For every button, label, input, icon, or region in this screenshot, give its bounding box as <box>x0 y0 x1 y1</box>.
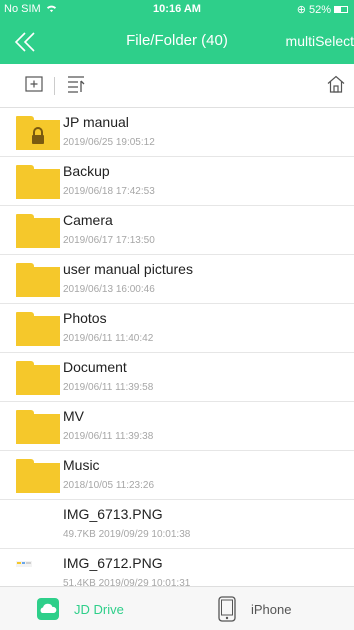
list-item[interactable]: IMG_6712.PNG 51.4KB 2019/09/29 10:01:31 <box>0 549 354 586</box>
item-meta: 2019/06/13 16:00:46 <box>63 284 155 295</box>
list-item[interactable]: MV 2019/06/11 11:39:38 <box>0 402 354 451</box>
cloud-drive-icon <box>37 598 59 620</box>
item-name: MV <box>63 408 84 424</box>
folder-body-shape <box>16 463 60 493</box>
item-meta: 2019/06/11 11:39:58 <box>63 382 154 393</box>
item-name: Document <box>63 359 127 375</box>
app-header: No SIM 10:16 AM ⊕ 52% File/Folder (40) m… <box>0 0 354 64</box>
battery-fill <box>335 7 342 12</box>
folder-body-shape <box>16 169 60 199</box>
item-meta: 2018/10/05 11:23:26 <box>63 480 155 491</box>
item-name: IMG_6713.PNG <box>63 506 163 522</box>
item-name: JP manual <box>63 114 129 130</box>
new-folder-button[interactable] <box>24 74 48 98</box>
item-name: Photos <box>63 310 107 326</box>
folder-body-shape <box>16 316 60 346</box>
tab-label: iPhone <box>251 601 292 617</box>
list-item[interactable]: user manual pictures 2019/06/13 16:00:46 <box>0 255 354 304</box>
list-item[interactable]: Photos 2019/06/11 11:40:42 <box>0 304 354 353</box>
folder-icon <box>16 165 60 199</box>
folder-locked-thumb <box>16 116 60 150</box>
file-list: JP manual 2019/06/25 19:05:12 Backup 201… <box>0 108 354 586</box>
folder-body-shape <box>16 267 60 297</box>
battery-icon <box>334 6 348 13</box>
item-name: user manual pictures <box>63 261 193 277</box>
folder-icon <box>16 263 60 297</box>
folder-icon <box>16 459 60 493</box>
rotation-lock-icon: ⊕ <box>296 4 306 16</box>
list-item[interactable]: Document 2019/06/11 11:39:58 <box>0 353 354 402</box>
item-meta: 2019/06/11 11:40:42 <box>63 333 154 344</box>
toolbar <box>0 64 354 108</box>
list-item[interactable]: Backup 2019/06/18 17:42:53 <box>0 157 354 206</box>
home-button[interactable] <box>326 74 350 98</box>
item-meta: 49.7KB 2019/09/29 10:01:38 <box>63 529 191 540</box>
new-folder-icon <box>25 76 43 92</box>
sort-button[interactable] <box>66 74 90 98</box>
image-thumbnail <box>16 557 60 586</box>
item-meta: 2019/06/25 19:05:12 <box>63 137 155 148</box>
list-item[interactable]: Camera 2019/06/17 17:13:50 <box>0 206 354 255</box>
item-name: IMG_6712.PNG <box>63 555 163 571</box>
item-name: Camera <box>63 212 113 228</box>
folder-body-shape <box>16 365 60 395</box>
image-preview-icon <box>16 561 32 567</box>
folder-icon <box>16 214 60 248</box>
folder-icon <box>16 312 60 346</box>
list-item[interactable]: Music 2018/10/05 11:23:26 <box>0 451 354 500</box>
tab-iphone[interactable]: iPhone <box>217 593 291 625</box>
list-item[interactable]: JP manual 2019/06/25 19:05:12 <box>0 108 354 157</box>
item-name: Backup <box>63 163 110 179</box>
item-meta: 2019/06/18 17:42:53 <box>63 186 155 197</box>
item-meta: 51.4KB 2019/09/29 10:01:31 <box>63 578 191 586</box>
sort-list-icon <box>68 76 85 93</box>
status-bar: No SIM 10:16 AM ⊕ 52% <box>0 0 354 20</box>
folder-icon <box>16 410 60 444</box>
item-meta: 2019/06/17 17:13:50 <box>63 235 155 246</box>
folder-body-shape <box>16 218 60 248</box>
multi-select-button[interactable]: multiSelect <box>286 33 354 49</box>
item-meta: 2019/06/11 11:39:38 <box>63 431 154 442</box>
folder-icon <box>16 361 60 395</box>
image-file-icon <box>16 508 60 542</box>
toolbar-divider <box>54 77 55 95</box>
tab-bar: JD Drive iPhone <box>0 586 354 630</box>
battery-percent: 52% <box>308 3 331 16</box>
tab-jd-drive[interactable]: JD Drive <box>36 593 124 625</box>
list-item[interactable]: IMG_6713.PNG 49.7KB 2019/09/29 10:01:38 <box>0 500 354 549</box>
item-name: Music <box>63 457 100 473</box>
phone-icon <box>218 596 236 622</box>
lock-icon <box>32 127 44 144</box>
battery-status: ⊕ 52% <box>297 3 348 16</box>
tab-label: JD Drive <box>74 601 124 617</box>
navigation-bar: File/Folder (40) multiSelect <box>0 20 354 64</box>
home-icon <box>327 75 345 93</box>
folder-body-shape <box>16 414 60 444</box>
